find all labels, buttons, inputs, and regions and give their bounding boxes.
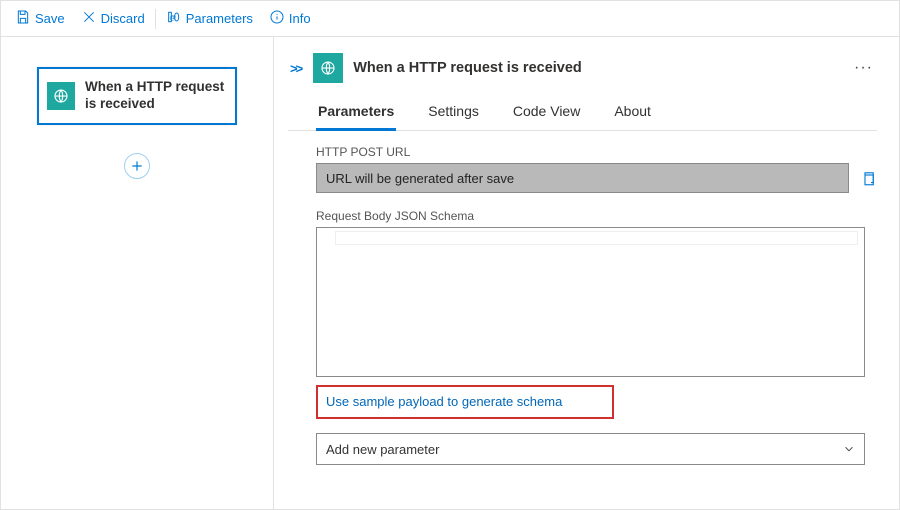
use-sample-payload-link[interactable]: Use sample payload to generate schema xyxy=(326,394,562,409)
save-icon xyxy=(15,9,31,28)
close-icon xyxy=(81,9,97,28)
copy-url-button[interactable] xyxy=(859,169,877,187)
plus-icon xyxy=(130,159,144,173)
tab-parameters[interactable]: Parameters xyxy=(316,97,396,131)
parameters-label: Parameters xyxy=(186,11,253,26)
http-request-icon xyxy=(47,82,75,110)
svg-text:@: @ xyxy=(169,15,176,22)
http-post-url-label: HTTP POST URL xyxy=(316,145,877,159)
parameters-button[interactable]: @ Parameters xyxy=(158,5,261,32)
add-parameter-label: Add new parameter xyxy=(326,442,439,457)
schema-label: Request Body JSON Schema xyxy=(316,209,877,223)
add-step-button[interactable] xyxy=(124,153,150,179)
designer-canvas: When a HTTP request is received xyxy=(1,37,274,509)
trigger-card-title: When a HTTP request is received xyxy=(85,79,225,113)
discard-label: Discard xyxy=(101,11,145,26)
tab-settings[interactable]: Settings xyxy=(426,97,481,130)
add-parameter-dropdown[interactable]: Add new parameter xyxy=(316,433,865,465)
more-menu-button[interactable]: ··· xyxy=(850,59,877,77)
parameters-icon: @ xyxy=(166,9,182,28)
chevron-down-icon xyxy=(842,442,856,456)
schema-textarea[interactable] xyxy=(316,227,865,377)
collapse-button[interactable]: >> xyxy=(288,59,303,78)
sample-payload-highlight: Use sample payload to generate schema xyxy=(316,385,614,419)
http-post-url-field: URL will be generated after save xyxy=(316,163,849,193)
info-button[interactable]: Info xyxy=(261,5,319,32)
save-button[interactable]: Save xyxy=(7,5,73,32)
tabs: Parameters Settings Code View About xyxy=(288,97,877,131)
trigger-card[interactable]: When a HTTP request is received xyxy=(37,67,237,125)
http-request-icon xyxy=(313,53,343,83)
discard-button[interactable]: Discard xyxy=(73,5,153,32)
save-label: Save xyxy=(35,11,65,26)
info-label: Info xyxy=(289,11,311,26)
tab-about[interactable]: About xyxy=(612,97,653,130)
tab-code-view[interactable]: Code View xyxy=(511,97,582,130)
details-panel: >> When a HTTP request is received ··· P… xyxy=(274,37,899,509)
toolbar: Save Discard @ Parameters Info xyxy=(1,1,899,37)
copy-icon xyxy=(859,169,877,187)
toolbar-separator xyxy=(155,9,156,29)
info-icon xyxy=(269,9,285,28)
panel-title: When a HTTP request is received xyxy=(353,60,582,76)
